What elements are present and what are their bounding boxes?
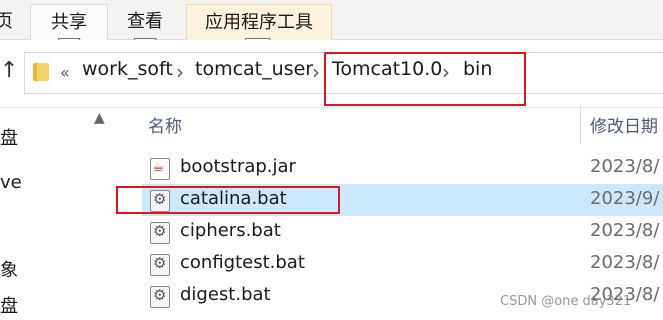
list-item[interactable]: ciphers.bat 2023/8/ bbox=[142, 216, 663, 248]
list-item[interactable]: configtest.bat 2023/8/ bbox=[142, 248, 663, 280]
column-header-name[interactable]: 名称 bbox=[148, 112, 182, 137]
ribbon-tab-bar: 页 共享 查看 应用程序工具 bbox=[0, 0, 663, 40]
file-date: 2023/9/ bbox=[590, 188, 660, 209]
chevron-right-icon[interactable]: › bbox=[312, 60, 320, 84]
file-name: configtest.bat bbox=[180, 252, 305, 273]
breadcrumb-work-soft[interactable]: work_soft bbox=[82, 58, 173, 80]
file-name: digest.bat bbox=[180, 284, 271, 305]
tab-share[interactable]: 共享 bbox=[30, 4, 108, 40]
nav-item-drive-2[interactable]: 盘 bbox=[0, 292, 18, 318]
file-name: ciphers.bat bbox=[180, 220, 281, 241]
chevron-right-icon[interactable]: › bbox=[176, 60, 184, 84]
list-item[interactable]: bootstrap.jar 2023/8/ bbox=[142, 152, 663, 184]
overflow-chevron-icon[interactable]: « bbox=[60, 63, 70, 82]
path-highlight-annotation bbox=[324, 52, 526, 106]
column-header-date[interactable]: 修改日期 bbox=[590, 112, 658, 137]
file-date: 2023/8/ bbox=[590, 252, 660, 273]
folder-icon bbox=[33, 63, 49, 81]
jar-icon bbox=[150, 158, 170, 180]
file-name: bootstrap.jar bbox=[180, 156, 296, 177]
scroll-up-arrow-icon[interactable]: ▲ bbox=[94, 110, 105, 126]
file-date: 2023/8/ bbox=[590, 156, 660, 177]
tab-application-tools[interactable]: 应用程序工具 bbox=[186, 4, 332, 40]
watermark: CSDN @one day321 bbox=[500, 294, 632, 309]
nav-item-onedrive[interactable]: ve bbox=[0, 172, 22, 193]
column-divider[interactable] bbox=[580, 104, 581, 144]
bat-file-icon bbox=[150, 286, 170, 308]
tab-view[interactable]: 查看 bbox=[110, 4, 180, 40]
bat-file-icon bbox=[150, 222, 170, 244]
file-highlight-annotation bbox=[116, 186, 340, 214]
tab-page[interactable]: 页 bbox=[0, 4, 16, 40]
nav-item-objects[interactable]: 象 bbox=[0, 256, 18, 282]
bat-file-icon bbox=[150, 254, 170, 276]
breadcrumb-tomcat-user[interactable]: tomcat_user bbox=[195, 58, 313, 80]
up-arrow-icon[interactable]: ↑ bbox=[0, 58, 18, 83]
file-date: 2023/8/ bbox=[590, 220, 660, 241]
nav-item-drive[interactable]: 盘 bbox=[0, 124, 18, 150]
